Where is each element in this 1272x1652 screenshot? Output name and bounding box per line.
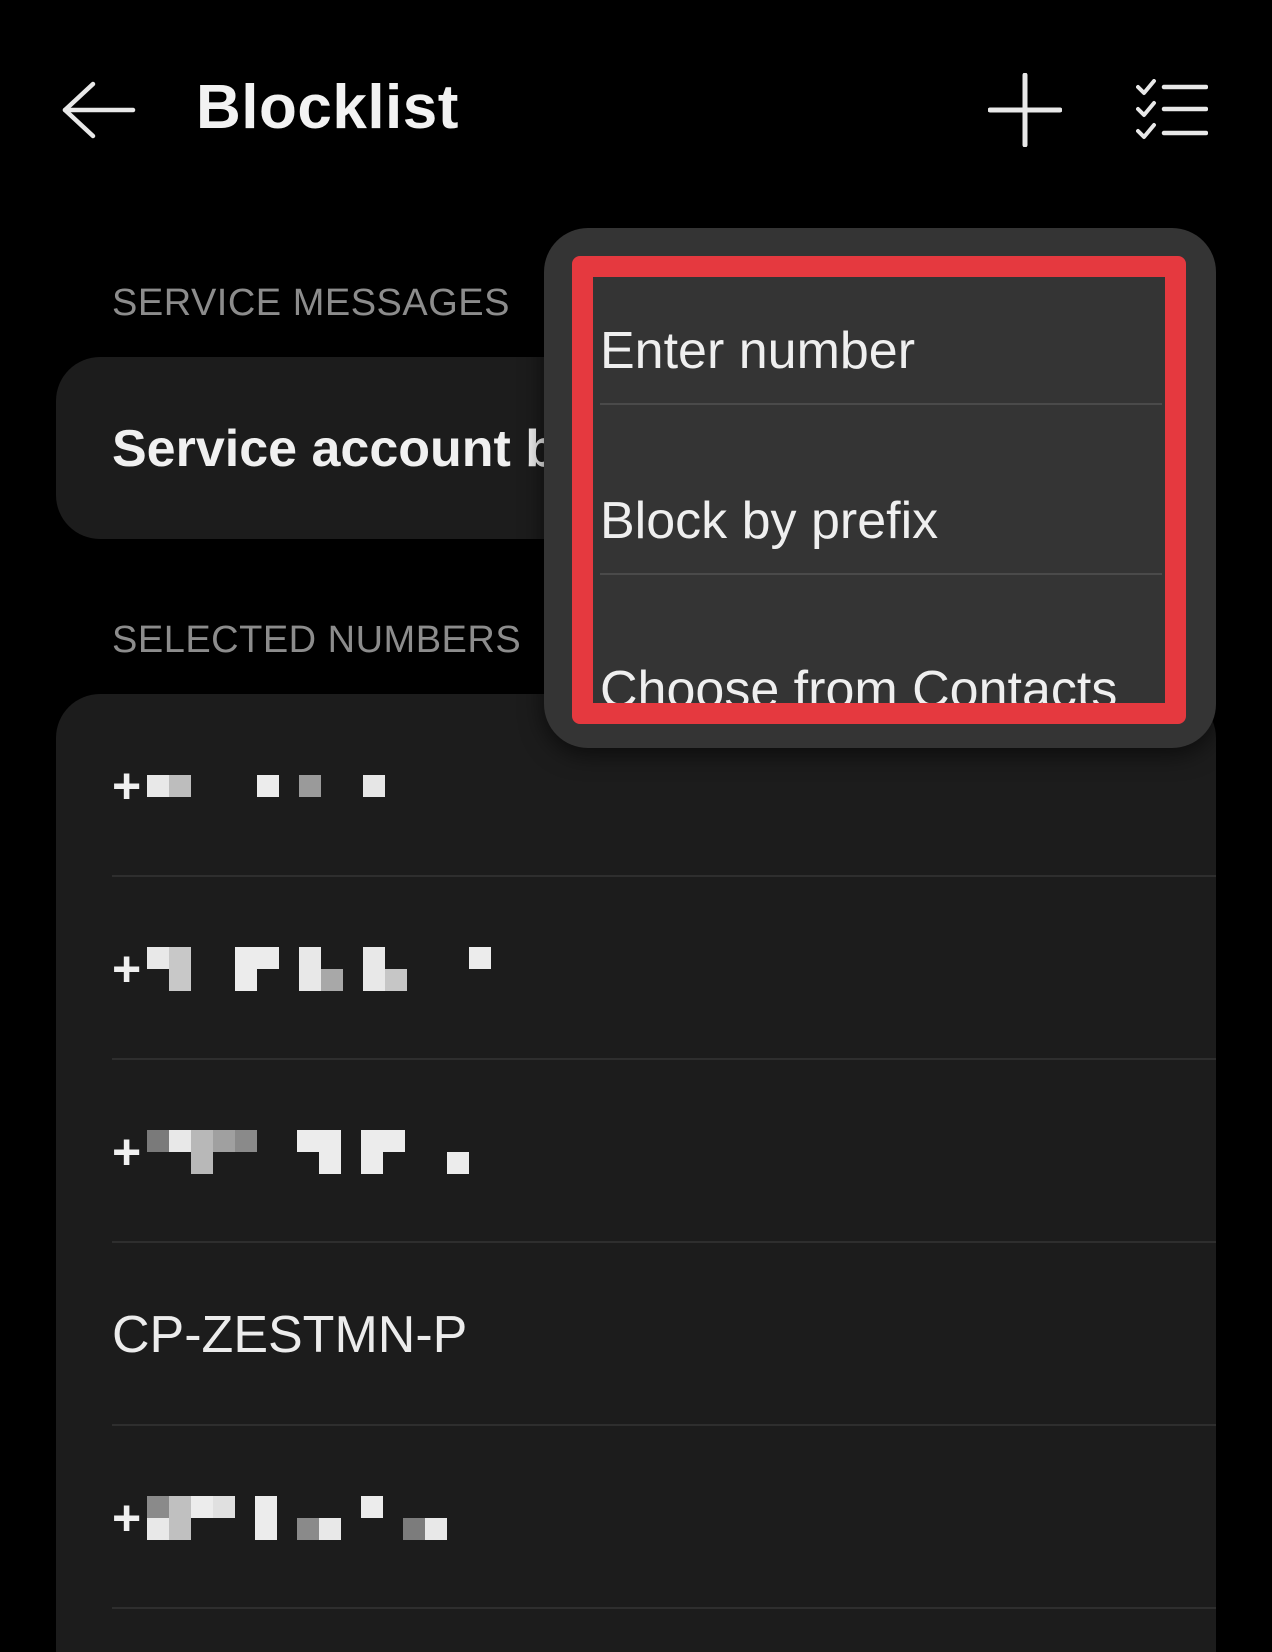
selected-numbers-card: + + + CP-ZESTMN-P + xyxy=(56,694,1216,1652)
pixelated-digits xyxy=(147,1495,507,1540)
checklist-icon xyxy=(1136,79,1208,139)
blocklist-screen: Blocklist SERVICE MESSAGES Service accou… xyxy=(0,0,1272,1652)
section-label-numbers: SELECTED NUMBERS xyxy=(112,619,522,661)
number-prefix: + xyxy=(112,1489,142,1546)
masked-number: + xyxy=(112,877,507,1060)
page-title: Blocklist xyxy=(196,73,459,142)
number-prefix: + xyxy=(112,940,142,997)
masked-number: + xyxy=(112,1426,507,1609)
add-button[interactable] xyxy=(985,70,1065,150)
section-label-service: SERVICE MESSAGES xyxy=(112,282,510,324)
arrow-left-icon xyxy=(62,81,136,139)
pixelated-digits xyxy=(147,774,386,797)
number-row-2[interactable]: + xyxy=(112,877,1216,1060)
masked-number: + xyxy=(112,1060,507,1243)
service-account-label: Service account b xyxy=(112,420,558,478)
number-row-5[interactable]: + xyxy=(112,1426,1216,1609)
number-prefix: + xyxy=(112,1123,142,1180)
header: Blocklist xyxy=(0,0,1272,220)
back-button[interactable] xyxy=(54,70,144,150)
pixelated-digits xyxy=(147,1129,507,1174)
masked-number: + xyxy=(112,694,386,877)
pixelated-digits xyxy=(147,946,507,991)
number-row-3[interactable]: + xyxy=(112,1060,1216,1243)
highlight-box xyxy=(572,256,1186,724)
add-options-popup: Enter number Block by prefix Choose from… xyxy=(544,228,1216,748)
plus-icon xyxy=(988,73,1062,147)
number-text: CP-ZESTMN-P xyxy=(112,1305,468,1364)
multi-select-button[interactable] xyxy=(1130,70,1214,150)
number-prefix: + xyxy=(112,757,142,814)
number-row-4[interactable]: CP-ZESTMN-P xyxy=(112,1243,1216,1426)
